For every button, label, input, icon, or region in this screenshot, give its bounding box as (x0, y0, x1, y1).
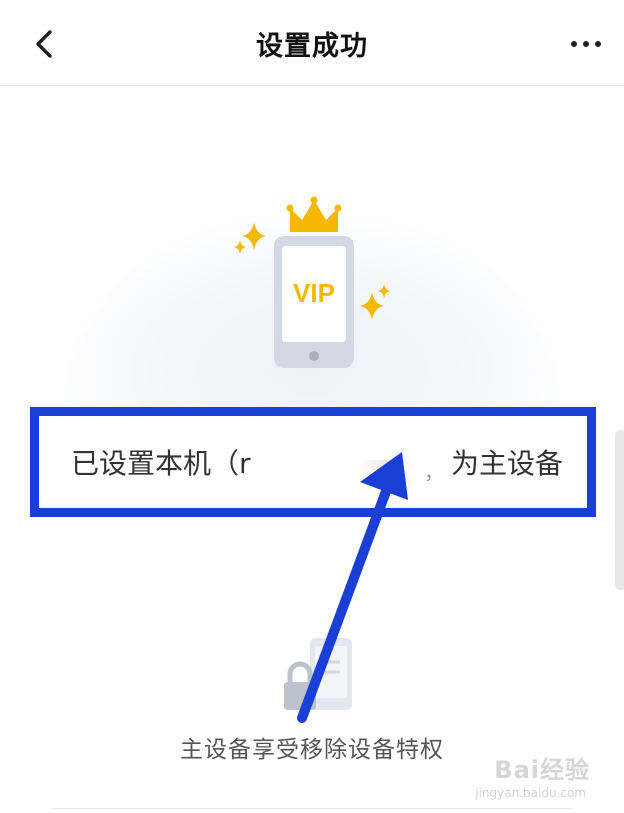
hero-illustration: VIP (0, 160, 624, 420)
lock-icon (284, 661, 316, 710)
side-scroll-edge (615, 430, 624, 590)
message-suffix: 为主设备 (450, 447, 563, 480)
divider (52, 808, 572, 809)
redacted-device-name (359, 460, 411, 484)
vip-badge: VIP (293, 278, 335, 308)
more-button[interactable] (566, 28, 606, 60)
message-prefix: 已设置本机（r (71, 447, 251, 480)
crown-icon (286, 196, 342, 232)
watermark-site: jingyan.baidu.com (475, 786, 586, 800)
highlight-frame: 已设置本机（r 为主设备 ， (30, 407, 596, 517)
more-horizontal-icon (571, 41, 601, 47)
lock-device-illustration (284, 638, 352, 710)
page-title: 设置成功 (256, 31, 368, 62)
nav-bar: 设置成功 (0, 0, 624, 86)
separator-mark: ， (424, 460, 444, 484)
watermark-logo: Bai经验 (494, 756, 590, 784)
